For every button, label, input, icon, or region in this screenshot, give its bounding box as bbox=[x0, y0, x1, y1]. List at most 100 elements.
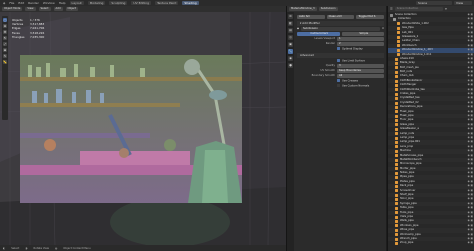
transform-icon[interactable]: ⊞ bbox=[3, 48, 7, 52]
mesh-object-icon bbox=[395, 211, 398, 215]
outliner-tree: Scene Collection ◉ ▣ Collection ◉ ▣ WoodenWh… bbox=[388, 13, 474, 251]
modifier-tab-icon[interactable]: 🔧 bbox=[288, 49, 293, 54]
toggle-mod-button[interactable]: Toggle Mod S bbox=[356, 14, 385, 19]
tool-tab-icon[interactable]: ⚙ bbox=[288, 14, 293, 19]
mouse-right-icon: ◒ bbox=[55, 246, 58, 250]
menu-window[interactable]: Window bbox=[43, 1, 55, 5]
mesh-object-icon bbox=[395, 66, 398, 70]
optimal-display-row: Optimal Display bbox=[297, 46, 384, 51]
outliner-item-label: Zcup_pipe bbox=[400, 241, 414, 245]
menu-edit[interactable]: Edit bbox=[18, 1, 24, 5]
filter-icon[interactable]: ⏷ bbox=[445, 7, 447, 11]
use-custom-normals-row: Use Custom Normals bbox=[297, 83, 384, 88]
mesh-object-icon bbox=[397, 35, 400, 39]
mesh-object-icon bbox=[395, 83, 398, 87]
menu-render[interactable]: Render bbox=[28, 1, 39, 5]
tab-simple[interactable]: Simple bbox=[341, 31, 384, 36]
mesh-object-icon bbox=[395, 215, 398, 219]
modifier-breadcrumb[interactable]: Subdivision bbox=[318, 7, 338, 11]
outliner: ☰ Scene Collection ⏷ Scene Collection ◉ ▣… bbox=[387, 6, 474, 251]
mesh-object-icon bbox=[395, 136, 398, 140]
outliner-row[interactable]: Zcup_pipe ◉ ▣ bbox=[388, 241, 474, 245]
uv-smooth-select[interactable]: Keep Boundaries bbox=[337, 68, 384, 73]
viewport-scene-render[interactable] bbox=[20, 55, 242, 203]
mesh-object-icon bbox=[395, 70, 398, 74]
workspace-tab-layout[interactable]: Layout bbox=[69, 1, 84, 5]
menu-help[interactable]: Help bbox=[59, 1, 66, 5]
mesh-object-icon bbox=[397, 31, 400, 35]
select-menu[interactable]: Select bbox=[38, 7, 51, 11]
render-levels-field[interactable]: 2 bbox=[337, 41, 384, 46]
annotate-icon[interactable]: ✎ bbox=[3, 54, 7, 58]
object-menu[interactable]: Object bbox=[65, 7, 78, 11]
mesh-object-icon bbox=[395, 149, 398, 153]
levels-viewport-field[interactable]: 1 bbox=[337, 36, 384, 41]
mesh-object-icon bbox=[395, 233, 398, 237]
quality-field[interactable]: 3 bbox=[337, 63, 384, 68]
close-icon[interactable]: ✕ bbox=[382, 27, 384, 30]
output-tab-icon[interactable]: ▤ bbox=[288, 28, 293, 33]
mesh-object-icon bbox=[395, 180, 398, 184]
move-icon[interactable]: ✥ bbox=[3, 30, 7, 34]
auto-smooth-button[interactable]: Auto Sm bbox=[297, 14, 325, 19]
view-layer-selector[interactable]: View Layer bbox=[454, 1, 472, 9]
workspace-tab-sculpting[interactable]: Sculpting bbox=[109, 1, 128, 5]
scene-tab-icon[interactable]: ◎ bbox=[288, 35, 293, 40]
workspace-tab-shading[interactable]: Shading bbox=[182, 1, 199, 5]
status-select: Select bbox=[11, 246, 20, 250]
select-box-icon[interactable]: ▢ bbox=[3, 18, 7, 22]
3d-viewport[interactable]: Object Mode View Select Add Object ▢ ⊕ ✥… bbox=[0, 6, 286, 251]
mesh-object-icon bbox=[397, 48, 400, 52]
mesh-object-icon bbox=[395, 57, 398, 61]
cursor-icon[interactable]: ⊕ bbox=[3, 24, 7, 28]
mesh-object-icon bbox=[395, 105, 398, 109]
collection-icon bbox=[393, 18, 396, 22]
object-name-field[interactable]: MaterialWindow_3 bbox=[289, 7, 317, 11]
view-menu[interactable]: View bbox=[25, 7, 36, 11]
boundary-smooth-select[interactable]: All bbox=[337, 73, 384, 78]
render-tab-icon[interactable]: ◧ bbox=[288, 21, 293, 26]
outliner-header: ☰ Scene Collection ⏷ bbox=[388, 6, 474, 12]
use-custom-normals-checkbox[interactable] bbox=[337, 83, 340, 87]
workspace-tab-modeling[interactable]: Modeling bbox=[87, 1, 106, 5]
object-tab-icon[interactable]: ▣ bbox=[288, 42, 293, 47]
modifier-name-field[interactable]: Subdivision bbox=[301, 26, 380, 31]
use-limit-surface-checkbox[interactable] bbox=[337, 58, 340, 62]
viewport-header: Object Mode View Select Add Object bbox=[0, 6, 286, 12]
scale-icon[interactable]: ⤢ bbox=[3, 42, 7, 46]
menu-file[interactable]: File bbox=[9, 1, 14, 5]
mode-selector[interactable]: Object Mode bbox=[2, 7, 23, 11]
mesh-object-icon bbox=[395, 110, 398, 114]
mesh-object-icon bbox=[395, 206, 398, 210]
mesh-object-icon bbox=[395, 184, 398, 188]
mesh-object-icon bbox=[395, 88, 398, 92]
mesh-object-icon bbox=[395, 193, 398, 197]
rotate-icon[interactable]: ↻ bbox=[3, 36, 7, 40]
display-mode-icon[interactable]: ☰ bbox=[390, 7, 393, 11]
mesh-object-icon bbox=[395, 141, 398, 145]
mesh-object-icon bbox=[395, 158, 398, 162]
mesh-object-icon bbox=[395, 97, 398, 101]
mouse-middle-icon: ◑ bbox=[25, 246, 28, 250]
optimal-display-checkbox[interactable] bbox=[337, 46, 340, 50]
visibility-toggle-icon[interactable]: ◉ ▣ bbox=[465, 241, 474, 245]
physics-tab-icon[interactable]: ◉ bbox=[288, 56, 293, 61]
workspace-tab-texture-paint[interactable]: Texture Paint bbox=[155, 1, 179, 5]
properties-editor: MaterialWindow_3 Subdivision ⚙ ◧ ▤ ◎ ▣ 🔧… bbox=[286, 6, 386, 251]
blender-logo-icon[interactable]: ◈ bbox=[3, 1, 5, 5]
status-bar: ◐ Select ◑ Rotate View ◒ Object Context … bbox=[0, 245, 286, 251]
material-tab-icon[interactable]: ● bbox=[288, 63, 293, 68]
outliner-search-input[interactable]: Scene Collection bbox=[394, 7, 443, 11]
use-creases-checkbox[interactable] bbox=[337, 78, 340, 82]
scene-selector[interactable]: Scene bbox=[416, 1, 452, 5]
properties-tab-bar: ⚙ ◧ ▤ ◎ ▣ 🔧 ◉ ● bbox=[287, 12, 294, 251]
measure-icon[interactable]: 📏 bbox=[3, 60, 7, 64]
collection-icon bbox=[390, 13, 393, 17]
mesh-object-icon bbox=[395, 198, 398, 202]
tab-catmull-clark[interactable]: Catmull-Clark bbox=[297, 31, 340, 36]
add-menu[interactable]: Add bbox=[53, 7, 63, 11]
workspace-tab-uv-editing[interactable]: UV Editing bbox=[131, 1, 152, 5]
clean-uv-button[interactable]: Clean+UV bbox=[326, 14, 355, 19]
mesh-object-icon bbox=[395, 189, 398, 193]
mesh-object-icon bbox=[395, 224, 398, 228]
